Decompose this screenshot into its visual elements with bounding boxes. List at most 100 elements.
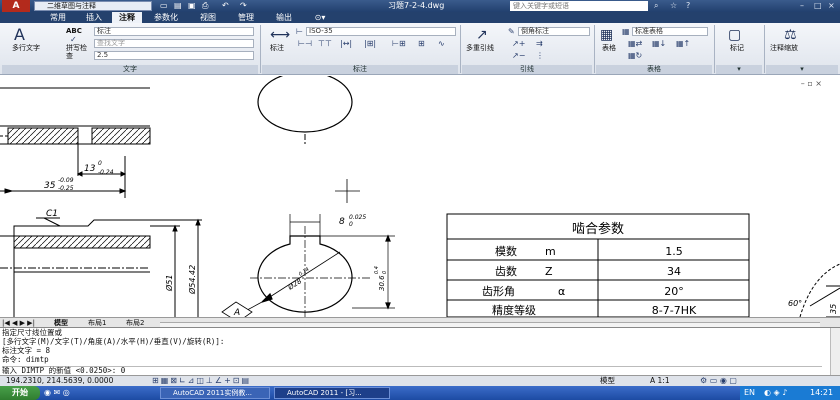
gear-row-value: 34 — [667, 265, 681, 278]
redo-icon[interactable]: ↷ — [240, 1, 247, 11]
gear-row-name: 精度等级 — [492, 303, 536, 317]
table-panel-title[interactable]: 表格 — [596, 65, 712, 74]
crosshair-cursor — [335, 179, 360, 203]
text-style-select[interactable]: 标注 — [94, 27, 254, 36]
markup-label[interactable]: 标记 — [730, 44, 744, 53]
scale-panel-expand[interactable]: ▾ — [766, 65, 838, 74]
drawing-canvas[interactable]: – ▫ × 13 0 -0.24 35 -0.09 -0.25 C1 Ø51 Ø… — [0, 76, 840, 317]
search-input[interactable]: 键入关键字或短语 — [510, 1, 648, 11]
table-label[interactable]: 表格 — [602, 44, 616, 53]
multileader-label[interactable]: 多重引线 — [466, 44, 494, 53]
mtext-icon[interactable]: A — [14, 26, 25, 44]
dimstyle-select[interactable]: ISO-35 — [306, 27, 456, 36]
spellcheck-icon[interactable]: ✓ — [70, 35, 77, 44]
leader-style-select[interactable]: 倒角标注 — [518, 27, 590, 36]
dimension-panel-title[interactable]: 标注 — [262, 65, 458, 74]
undo-icon[interactable]: ↶ — [222, 1, 229, 11]
quicklaunch-icon[interactable]: ◉ ✉ ◎ — [44, 388, 70, 397]
status-tray-icon[interactable]: ⚙ ▭ ◉ ▢ — [700, 376, 737, 386]
taskbar: 开始 ◉ ✉ ◎ AutoCAD 2011实例教... AutoCAD 2011… — [0, 386, 840, 400]
spellcheck-label[interactable]: 拼写检查 — [66, 44, 90, 60]
drafting-toggles-icon[interactable]: ⊞▦⊠∟⊿◫⊥∠+⊡▤ — [152, 376, 251, 386]
dim-depth-upper: 0.4 — [374, 266, 380, 274]
maximize-icon[interactable]: □ — [814, 0, 822, 12]
text-panel-title[interactable]: 文字 — [2, 65, 258, 74]
text-height-select[interactable]: 2.5 — [94, 51, 254, 60]
dim-13-upper: 0 — [98, 160, 102, 167]
separator — [460, 25, 461, 73]
dim-jog-icon[interactable]: ∿ — [438, 39, 445, 48]
mtext-label[interactable]: 多行文字 — [12, 44, 40, 53]
language-indicator[interactable]: EN — [744, 386, 755, 400]
dim-35-upper: -0.09 — [58, 177, 74, 184]
model-space-button[interactable]: 模型 — [600, 376, 615, 386]
layout-tab-bar: |◀ ◀ ▶ ▶| 模型 布局1 布局2 — [0, 317, 840, 331]
new-icon[interactable]: ▭ — [160, 1, 168, 11]
table-icon[interactable]: ▦ — [600, 26, 613, 44]
search-icon[interactable]: ⌕ — [654, 0, 658, 12]
command-window[interactable]: 指定尺寸线位置或 [多行文字(M)/文字(T)/角度(A)/水平(H)/垂直(V… — [0, 327, 840, 376]
annotation-scale-icon[interactable]: ⚖ — [784, 26, 797, 44]
coordinate-readout[interactable]: 194.2310, 214.5639, 0.0000 — [6, 376, 113, 386]
find-text-input[interactable]: 查找文字 — [94, 39, 254, 48]
start-label: 开始 — [12, 388, 28, 397]
markup-panel-expand[interactable]: ▾ — [716, 65, 762, 74]
leader-panel-title[interactable]: 引线 — [462, 65, 592, 74]
open-icon[interactable]: ▤ — [174, 1, 182, 11]
collect-leader-icon[interactable]: ⋮ — [536, 51, 544, 60]
markup-icon[interactable]: ▢ — [728, 26, 741, 44]
tray-icons[interactable]: ◐ ◈ ♪ — [764, 386, 787, 400]
ribbon-options-icon[interactable]: ⊙▾ — [310, 12, 330, 23]
separator — [260, 25, 261, 73]
tab-home[interactable]: 常用 — [40, 12, 76, 23]
drawing-svg: 13 0 -0.24 35 -0.09 -0.25 C1 Ø51 Ø54.42 — [0, 76, 840, 317]
help-icon[interactable]: ? — [686, 0, 690, 12]
close-icon[interactable]: × — [828, 0, 835, 12]
annotation-scale[interactable]: A 1:1 — [650, 376, 670, 386]
save-icon[interactable]: ▣ — [188, 1, 196, 11]
minimize-icon[interactable]: – — [800, 0, 804, 12]
table-extract-icon[interactable]: ▦↓ — [652, 39, 666, 48]
table-export-icon[interactable]: ▦↑ — [676, 39, 690, 48]
remove-leader-icon[interactable]: ↗− — [512, 51, 525, 60]
tab-insert[interactable]: 插入 — [78, 12, 110, 23]
table-link-icon[interactable]: ▦⇄ — [628, 39, 642, 48]
add-leader-icon[interactable]: ↗+ — [512, 39, 525, 48]
annotation-scale-label[interactable]: 注释缩放 — [770, 44, 798, 53]
command-history-line: 指定尺寸线位置或 — [2, 328, 62, 337]
dimstyle-icon: ⊢ — [296, 27, 303, 36]
workspace-selector[interactable]: 二维草图与注释 — [34, 1, 152, 11]
table-update-icon[interactable]: ▦↻ — [628, 51, 642, 60]
table-style-select[interactable]: 标准表格 — [632, 27, 708, 36]
tab-output[interactable]: 输出 — [266, 12, 302, 23]
dimension-icon[interactable]: ⟷ — [270, 26, 290, 44]
multileader-icon[interactable]: ↗ — [476, 26, 488, 44]
print-icon[interactable]: ⎙ — [202, 1, 208, 11]
dim-inspect-icon[interactable]: ⊞ — [418, 39, 425, 48]
tab-manage[interactable]: 管理 — [228, 12, 264, 23]
align-leader-icon[interactable]: ⇉ — [536, 39, 543, 48]
gear-row-name: 齿数 — [495, 265, 517, 278]
section-view — [235, 214, 395, 317]
dim-aligned-icon[interactable]: ⊤⊤ — [318, 39, 332, 48]
star-icon[interactable]: ☆ — [670, 0, 677, 12]
dim-d51: Ø51 — [164, 275, 174, 292]
dim-adjust-icon[interactable]: |⊞| — [364, 39, 376, 48]
clock[interactable]: 14:21 — [810, 386, 833, 400]
dim-depth-lower: 0 — [382, 271, 388, 274]
task-autocad-drawing[interactable]: AutoCAD 2011 - [习... — [274, 387, 390, 399]
dim-break-icon[interactable]: |↔| — [340, 39, 352, 48]
command-input[interactable]: 输入 DIMTP 的新值 <0.0250>: 0 — [2, 366, 822, 375]
command-scrollbar[interactable] — [830, 328, 840, 376]
start-button[interactable]: 开始 — [0, 386, 40, 400]
dim-key: 8 — [339, 217, 345, 227]
tab-annotate[interactable]: 注释 — [112, 12, 142, 23]
tab-view[interactable]: 视图 — [190, 12, 226, 23]
ribbon: A 多行文字 ABC ✓ 拼写检查 标注 查找文字 2.5 文字 ⟷ 标注 ⊢ … — [0, 23, 840, 75]
dim-space-icon[interactable]: ⊢⊞ — [392, 39, 406, 48]
app-menu-button[interactable]: A — [2, 0, 30, 12]
dimension-label[interactable]: 标注 — [270, 44, 284, 53]
task-autocad-tutorial[interactable]: AutoCAD 2011实例教... — [160, 387, 270, 399]
dim-linear-icon[interactable]: ⊢⊣ — [298, 39, 312, 48]
tab-parametric[interactable]: 参数化 — [146, 12, 186, 23]
